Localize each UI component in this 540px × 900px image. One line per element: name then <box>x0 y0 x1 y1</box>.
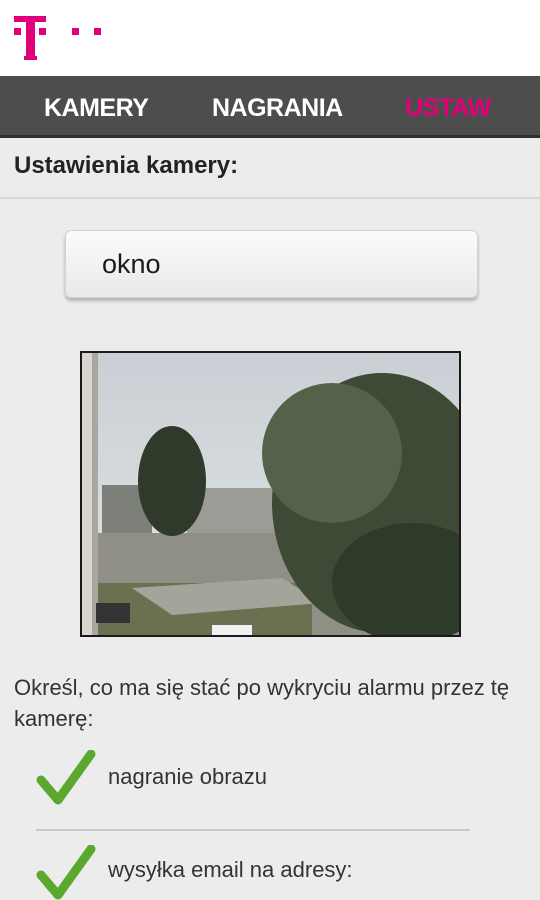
check-icon <box>36 845 96 900</box>
camera-name-label: okno <box>102 249 161 279</box>
camera-name-button[interactable]: okno <box>65 230 478 298</box>
tab-ustaw[interactable]: USTAW <box>405 76 491 138</box>
option-label: nagranie obrazu <box>108 764 268 789</box>
top-bar <box>0 0 540 76</box>
tab-kamery[interactable]: KAMERY <box>44 76 149 138</box>
check-icon <box>36 750 96 805</box>
alarm-prompt: Określ, co ma się stać po wykryciu alarm… <box>14 675 510 731</box>
t-logo <box>14 16 101 60</box>
tab-bar: KAMERY NAGRANIA USTAW <box>0 76 540 138</box>
camera-preview-image <box>80 351 461 637</box>
divider <box>36 829 470 831</box>
divider <box>0 197 540 199</box>
option-label: wysyłka email na adresy: <box>108 857 353 882</box>
option-send-email[interactable]: wysyłka email na adresy: <box>0 845 540 900</box>
tab-nagrania[interactable]: NAGRANIA <box>212 76 343 138</box>
option-record-video[interactable]: nagranie obrazu <box>0 750 540 820</box>
page-title: Ustawienia kamery: <box>14 152 239 179</box>
